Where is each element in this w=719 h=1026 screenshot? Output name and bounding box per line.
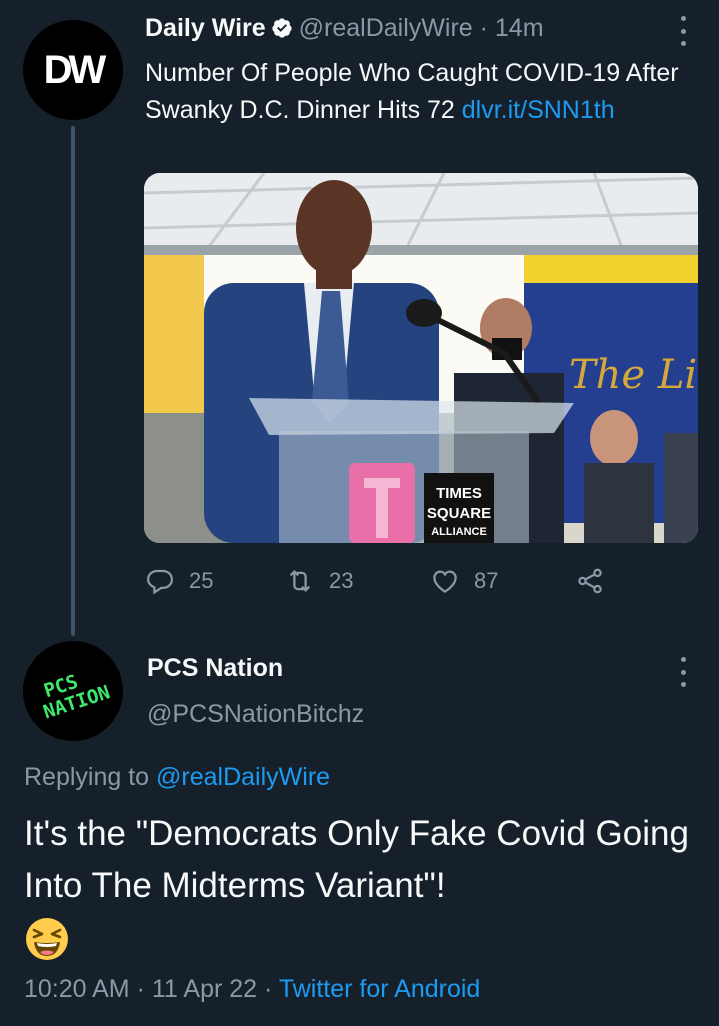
pcs-nation-logo: PCS NATION — [41, 671, 113, 724]
replying-to: Replying to @realDailyWire — [24, 763, 330, 792]
like-count: 87 — [474, 568, 499, 593]
reply-author-handle[interactable]: @PCSNationBitchz — [147, 700, 364, 729]
tweet-text: Number Of People Who Caught COVID-19 Aft… — [145, 55, 700, 129]
reply-text: It's the "Democrats Only Fake Covid Goin… — [24, 814, 689, 905]
tweet-time[interactable]: 14m — [495, 14, 544, 42]
tweet-link[interactable]: dlvr.it/SNN1th — [462, 96, 615, 124]
banner-text: The Little P — [569, 352, 698, 398]
replying-handle-link[interactable]: @realDailyWire — [156, 763, 330, 791]
sign-line-2: SQUARE — [427, 505, 491, 522]
verified-badge-icon — [272, 18, 292, 38]
retweet-button[interactable]: 23 — [285, 563, 353, 599]
like-icon — [433, 570, 457, 593]
reply-button[interactable]: 25 — [145, 563, 213, 599]
author-handle[interactable]: @realDailyWire — [299, 14, 473, 42]
reply-author-avatar[interactable]: PCS NATION — [23, 641, 123, 741]
tweet-meta: 10:20 AM · 11 Apr 22 · Twitter for Andro… — [24, 975, 480, 1004]
tweet-action-bar: 25 23 87 — [145, 563, 625, 599]
sign-line-3: ALLIANCE — [431, 526, 487, 538]
retweet-icon — [289, 570, 311, 592]
like-button[interactable]: 87 — [430, 563, 498, 599]
thread-connector-line — [71, 126, 75, 636]
tweet-time[interactable]: 10:20 AM — [24, 975, 130, 1003]
reply-author-name[interactable]: PCS Nation — [147, 654, 283, 683]
avatar-logo-text: DW — [43, 47, 107, 92]
share-button[interactable] — [575, 563, 619, 599]
meta-separator: · — [264, 975, 273, 1003]
replying-prefix: Replying to — [24, 763, 157, 791]
author-name[interactable]: Daily Wire — [145, 14, 266, 42]
reply-more-options-icon[interactable] — [676, 657, 690, 687]
tweet-photo[interactable]: The Little P TIMES SQUARE ALLIANCE — [144, 173, 698, 543]
reply-count: 25 — [189, 568, 214, 593]
meta-separator: · — [136, 975, 145, 1003]
sign-line-1: TIMES — [436, 485, 482, 502]
more-options-icon[interactable] — [676, 16, 690, 46]
tweet-client-link[interactable]: Twitter for Android — [279, 975, 480, 1003]
reply-icon — [146, 569, 174, 595]
author-avatar[interactable]: DW — [23, 20, 123, 120]
press-conference-image: The Little P TIMES SQUARE ALLIANCE — [144, 173, 698, 543]
share-icon — [578, 568, 602, 594]
laughing-emoji-icon — [26, 918, 68, 960]
header-separator: · — [479, 14, 488, 42]
retweet-count: 23 — [329, 568, 354, 593]
tweet-header: Daily Wire @realDailyWire · 14m — [145, 14, 544, 43]
tweet-date[interactable]: 11 Apr 22 — [152, 975, 257, 1003]
